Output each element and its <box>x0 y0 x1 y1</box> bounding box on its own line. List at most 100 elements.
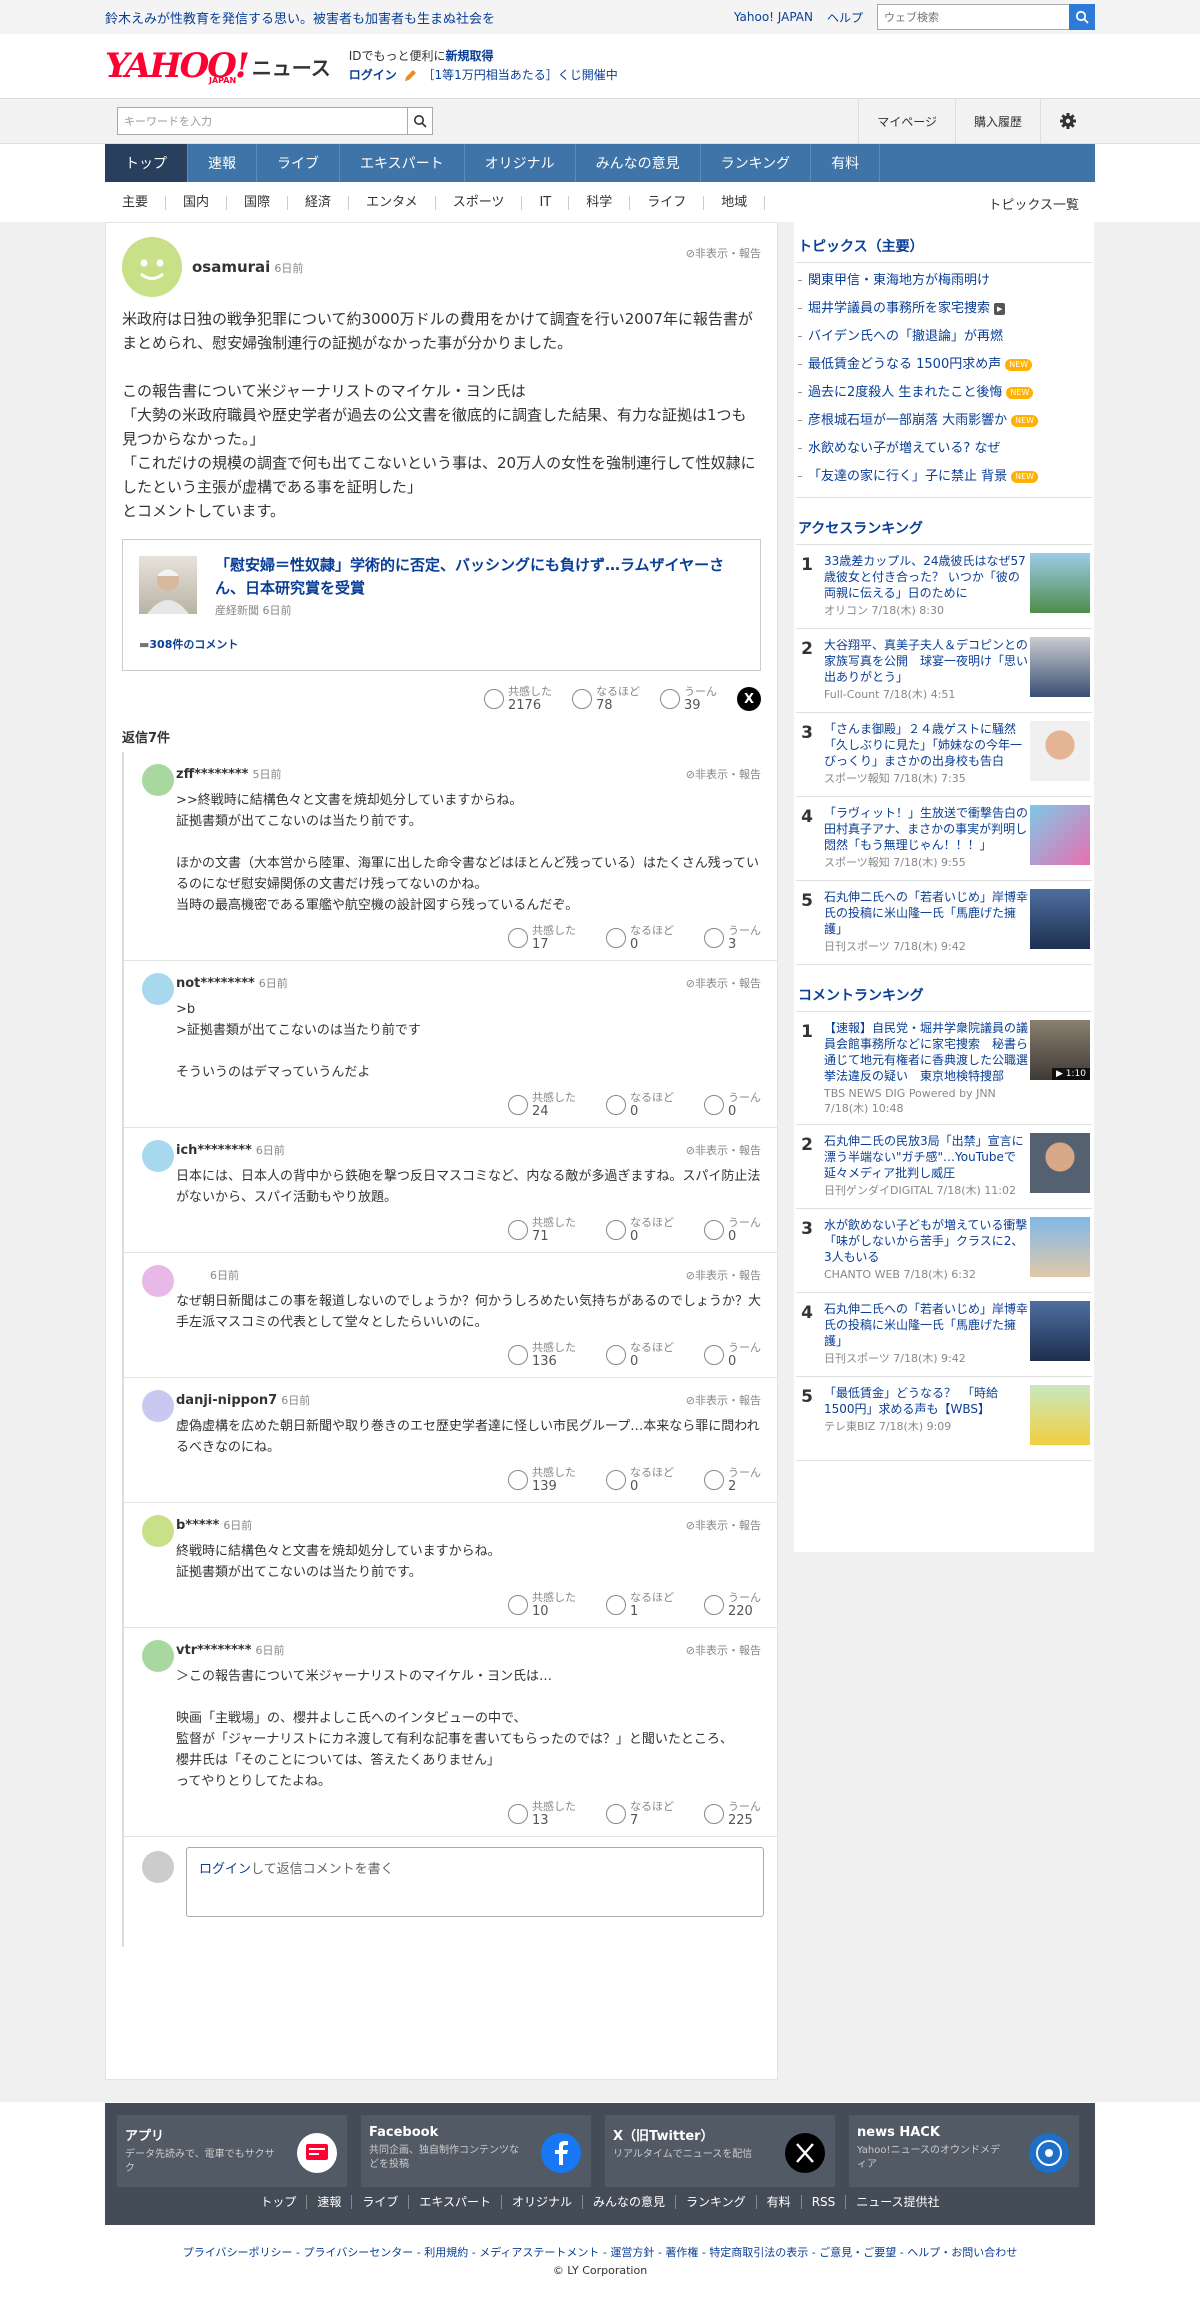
category-world[interactable]: 国際 <box>227 196 289 210</box>
category-science[interactable]: 科学 <box>569 196 631 210</box>
hide-report-link[interactable]: ⊘非表示・報告 <box>686 1642 761 1658</box>
reply-username[interactable]: not******** <box>176 976 255 991</box>
reply-username[interactable]: danji-nippon7 <box>176 1393 277 1408</box>
empathy-button[interactable]: 共感した 139 <box>508 1466 576 1494</box>
nav-original[interactable]: オリジナル <box>465 144 576 182</box>
category-economy[interactable]: 経済 <box>288 196 350 210</box>
yahoo-news-logo[interactable]: YAHOO! JAPAN ニュース <box>105 49 331 85</box>
topic-item[interactable]: 彦根城石垣が一部崩落 大雨影響か NEW <box>796 407 1092 435</box>
nav-paid[interactable]: 有料 <box>811 144 881 182</box>
legal-links[interactable]: プライバシーポリシー - プライバシーセンター - 利用規約 - メディアステー… <box>0 2244 1200 2260</box>
insight-button[interactable]: なるほど 0 <box>606 1341 674 1369</box>
category-region[interactable]: 地域 <box>704 196 766 210</box>
empathy-button[interactable]: 共感した 24 <box>508 1091 576 1119</box>
footer-link-live[interactable]: ライブ <box>352 2195 410 2209</box>
insight-button[interactable]: なるほど 0 <box>606 1091 674 1119</box>
topics-list-link[interactable]: トピックス一覧 <box>988 194 1095 213</box>
comment-username[interactable]: osamurai 6日前 <box>192 258 303 276</box>
reply-username[interactable]: vtr******** <box>176 1643 252 1658</box>
avatar[interactable] <box>142 1640 174 1672</box>
hide-report-link[interactable]: ⊘非表示・報告 <box>686 1267 761 1283</box>
topic-item[interactable]: 堀井学議員の事務所を家宅捜索 ▶ <box>796 295 1092 323</box>
nav-ranking[interactable]: ランキング <box>701 144 812 182</box>
hmm-button[interactable]: うーん 2 <box>704 1466 761 1494</box>
avatar[interactable] <box>142 1140 174 1172</box>
ranking-item[interactable]: 4 石丸伸二氏への「若者いじめ」岸博幸氏の投稿に米山隆一氏「馬鹿げた擁護」 日刊スポ… <box>796 1293 1092 1377</box>
insight-button[interactable]: なるほど 78 <box>572 685 640 713</box>
empathy-button[interactable]: 共感した 10 <box>508 1591 576 1619</box>
reply-input[interactable]: ログインして返信コメントを書く <box>186 1847 764 1917</box>
footer-link-opinions[interactable]: みんなの意見 <box>583 2195 677 2209</box>
hmm-button[interactable]: うーん 39 <box>660 685 717 713</box>
help-link[interactable]: ヘルプ <box>827 9 863 26</box>
reply-username[interactable]: b***** <box>176 1518 219 1533</box>
login-link[interactable]: ログイン <box>349 68 397 82</box>
nav-expert[interactable]: エキスパート <box>340 144 465 182</box>
footer-link-breaking[interactable]: 速報 <box>307 2195 353 2209</box>
footer-link-top[interactable]: トップ <box>250 2195 308 2209</box>
settings-button[interactable] <box>1040 99 1095 143</box>
keyword-input[interactable]: キーワードを入力 <box>117 107 407 135</box>
hide-report-link[interactable]: ⊘非表示・報告 <box>686 245 761 261</box>
yahoo-japan-link[interactable]: Yahoo! JAPAN <box>734 10 813 24</box>
topic-item[interactable]: 水飲めない子が増えている? なぜ <box>796 435 1092 463</box>
hmm-button[interactable]: うーん 0 <box>704 1216 761 1244</box>
web-search-button[interactable] <box>1069 4 1095 30</box>
empathy-button[interactable]: 共感した 136 <box>508 1341 576 1369</box>
hmm-button[interactable]: うーん 220 <box>704 1591 761 1619</box>
empathy-button[interactable]: 共感した 71 <box>508 1216 576 1244</box>
hmm-button[interactable]: うーん 0 <box>704 1341 761 1369</box>
ranking-item[interactable]: 1 33歳差カップル、24歳彼氏はなぜ57歳彼女と付き合った？ いつか「彼の両親に… <box>796 545 1092 629</box>
avatar[interactable] <box>142 973 174 1005</box>
footer-link-rss[interactable]: RSS <box>802 2195 847 2209</box>
hmm-button[interactable]: うーん 3 <box>704 924 761 952</box>
top-headline-link[interactable]: 鈴木えみが性教育を発信する思い。被害者も加害者も生まぬ社会を <box>105 8 495 27</box>
insight-button[interactable]: なるほど 0 <box>606 1216 674 1244</box>
footer-link-providers[interactable]: ニュース提供社 <box>846 2195 949 2209</box>
article-comments-link[interactable]: ▬308件のコメント <box>139 636 238 652</box>
app-link[interactable]: アプリ データ先読みで、電車でもサクサク <box>117 2115 347 2187</box>
footer-link-expert[interactable]: エキスパート <box>409 2195 502 2209</box>
web-search-input[interactable] <box>877 4 1069 30</box>
facebook-link[interactable]: Facebook 共同企画、独自制作コンテンツなどを投稿 <box>361 2115 591 2187</box>
category-main[interactable]: 主要 <box>105 196 167 210</box>
reply-username[interactable]: ich******** <box>176 1143 252 1158</box>
nav-opinions[interactable]: みんなの意見 <box>576 144 701 182</box>
insight-button[interactable]: なるほど 0 <box>606 924 674 952</box>
footer-link-paid[interactable]: 有料 <box>757 2195 802 2209</box>
ranking-item[interactable]: 4 「ラヴィット！」生放送で衝撃告白の田村真子アナ、まさかの事実が判明し悶然「もう… <box>796 797 1092 881</box>
hide-report-link[interactable]: ⊘非表示・報告 <box>686 1517 761 1533</box>
ranking-item[interactable]: 1 【速報】自民党・堀井学衆院議員の議員会館事務所などに家宅捜索 秘書ら通じて地元… <box>796 1012 1092 1125</box>
footer-link-original[interactable]: オリジナル <box>502 2195 584 2209</box>
share-x-button[interactable]: X <box>737 687 761 711</box>
reply-login-link[interactable]: ログイン <box>199 1862 251 1877</box>
reply-username[interactable]: zff******** <box>176 767 248 782</box>
linked-article-card[interactable]: 「慰安婦＝性奴隷」学術的に否定、バッシングにも負けず…ラムザイヤーさん、日本研究… <box>122 539 761 671</box>
purchase-history-link[interactable]: 購入履歴 <box>954 99 1040 143</box>
empathy-button[interactable]: 共感した 13 <box>508 1800 576 1828</box>
insight-button[interactable]: なるほど 0 <box>606 1466 674 1494</box>
topic-item[interactable]: 関東甲信・東海地方が梅雨明け <box>796 267 1092 295</box>
ranking-item[interactable]: 5 石丸伸二氏への「若者いじめ」岸博幸氏の投稿に米山隆一氏「馬鹿げた擁護」 日刊スポ… <box>796 881 1092 965</box>
nav-breaking[interactable]: 速報 <box>188 144 257 182</box>
topic-item[interactable]: 最低賃金どうなる 1500円求め声 NEW <box>796 351 1092 379</box>
ranking-item[interactable]: 3 「さんま御殿」２４歳ゲストに騒然「久しぶりに見た」「姉妹なの今年一びっくり」ま… <box>796 713 1092 797</box>
topic-item[interactable]: バイデン氏への「撤退論」が再燃 <box>796 323 1092 351</box>
empathy-button[interactable]: 共感した 17 <box>508 924 576 952</box>
hide-report-link[interactable]: ⊘非表示・報告 <box>686 1142 761 1158</box>
keyword-search-button[interactable] <box>407 107 433 135</box>
hmm-button[interactable]: うーん 225 <box>704 1800 761 1828</box>
avatar[interactable] <box>122 237 182 297</box>
hide-report-link[interactable]: ⊘非表示・報告 <box>686 1392 761 1408</box>
insight-button[interactable]: なるほど 1 <box>606 1591 674 1619</box>
ranking-item[interactable]: 3 水が飲めない子どもが増えている衝撃「味がしないから苦手」クラスに2、3人もいる… <box>796 1209 1092 1293</box>
avatar[interactable] <box>142 1265 174 1297</box>
category-it[interactable]: IT <box>522 196 570 210</box>
lottery-link[interactable]: ［1等1万円相当あたる］くじ開催中 <box>422 68 617 82</box>
avatar[interactable] <box>142 1390 174 1422</box>
mypage-link[interactable]: マイページ <box>858 99 955 143</box>
avatar[interactable] <box>142 1515 174 1547</box>
insight-button[interactable]: なるほど 7 <box>606 1800 674 1828</box>
category-domestic[interactable]: 国内 <box>166 196 228 210</box>
hmm-button[interactable]: うーん 0 <box>704 1091 761 1119</box>
